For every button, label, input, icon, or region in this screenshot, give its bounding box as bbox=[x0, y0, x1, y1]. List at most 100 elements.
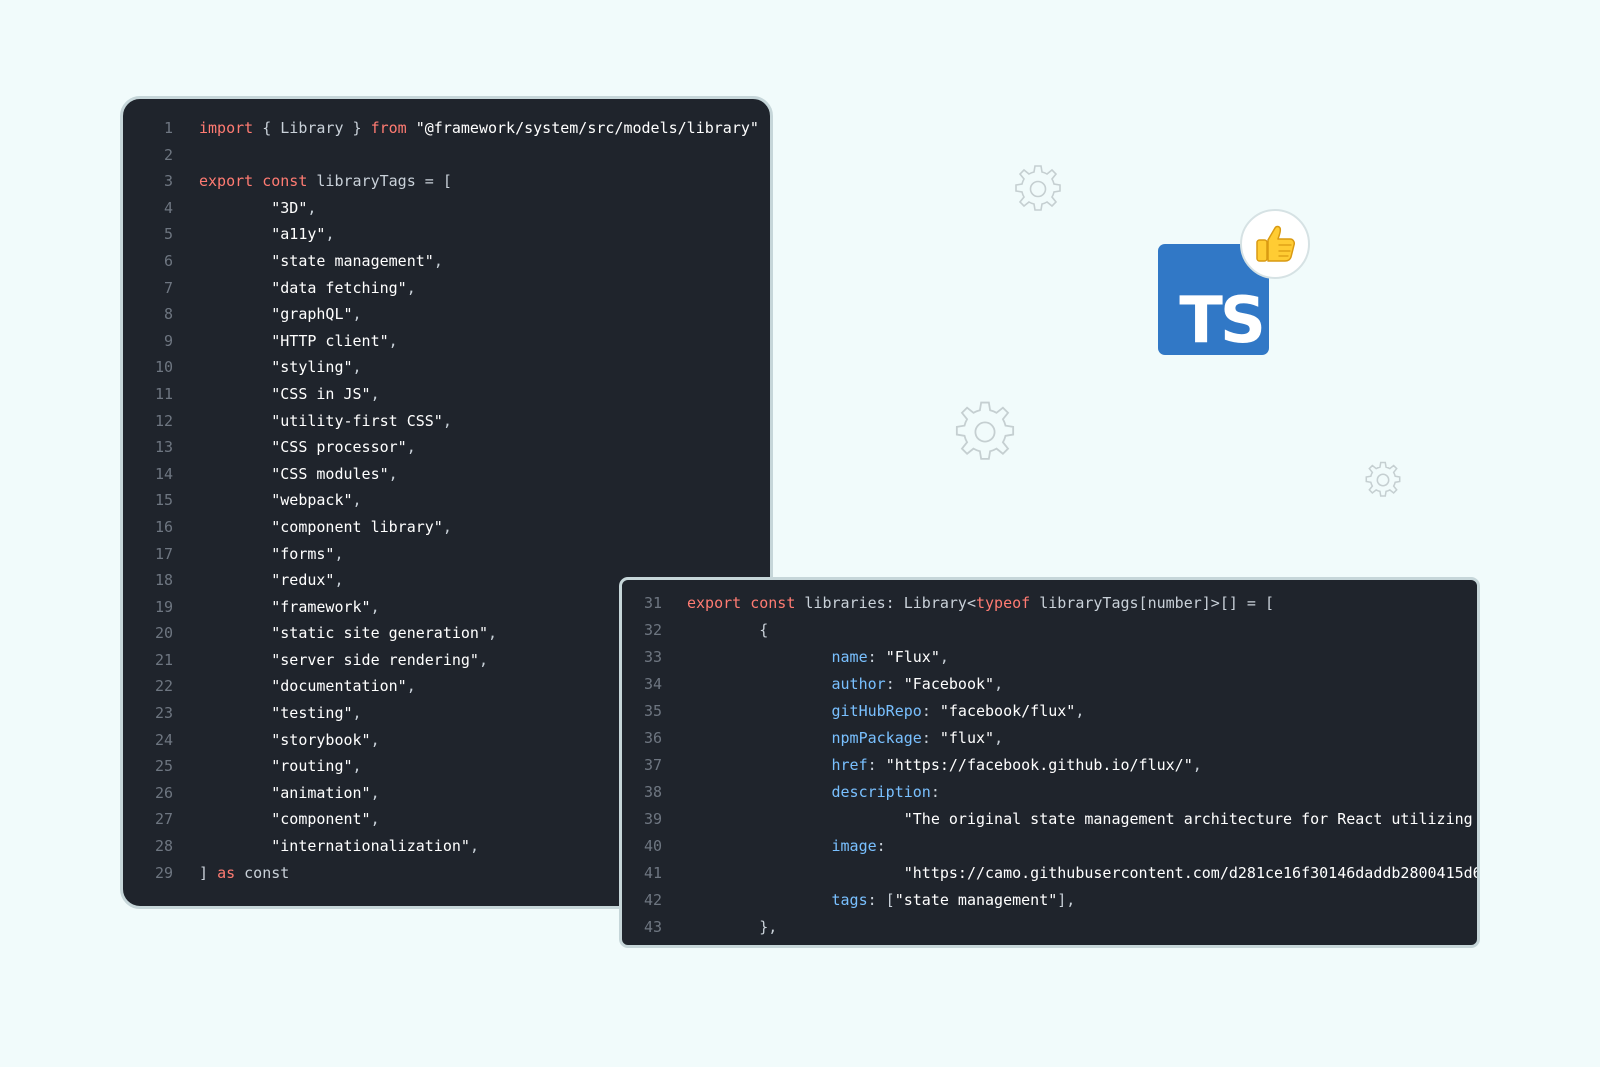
line-number: 21 bbox=[154, 650, 173, 669]
line-number: 40 bbox=[643, 837, 662, 855]
code-token: , bbox=[994, 729, 1004, 747]
code-token: , bbox=[388, 464, 398, 483]
code-token: "animation" bbox=[199, 783, 371, 802]
code-token: , bbox=[370, 597, 380, 616]
code-token: "utility-first CSS" bbox=[199, 411, 443, 430]
code-token: as bbox=[217, 863, 236, 882]
code-token: "CSS modules" bbox=[199, 464, 389, 483]
code-token: author bbox=[687, 675, 886, 693]
code-token: "a11y" bbox=[199, 225, 326, 244]
code-text: "CSS processor", bbox=[199, 434, 770, 461]
code-line: 2 bbox=[123, 142, 770, 169]
code-text: "component library", bbox=[199, 514, 770, 541]
code-line: 12 "utility-first CSS", bbox=[123, 408, 770, 435]
code-token: typeof bbox=[976, 594, 1031, 612]
code-token: "The original state management architect… bbox=[687, 810, 1480, 828]
line-number: 25 bbox=[154, 757, 173, 776]
code-token: : bbox=[885, 675, 904, 693]
line-number: 19 bbox=[154, 597, 173, 616]
code-token: , bbox=[334, 571, 344, 590]
code-line: 32 { bbox=[622, 617, 1477, 644]
code-token: const bbox=[750, 594, 796, 612]
gear-icon bbox=[955, 401, 1015, 460]
code-token: , bbox=[370, 810, 380, 829]
code-token: , bbox=[1192, 756, 1202, 774]
code-text: tags: ["state management"], bbox=[687, 887, 1477, 914]
code-line: 34 author: "Facebook", bbox=[622, 671, 1477, 698]
code-token: , bbox=[442, 411, 452, 430]
code-line: 42 tags: ["state management"], bbox=[622, 887, 1477, 914]
code-token: libraryTags[number]>[] = [ bbox=[1030, 594, 1275, 612]
line-number: 5 bbox=[163, 225, 173, 244]
code-text: "a11y", bbox=[199, 221, 770, 248]
line-number: 27 bbox=[154, 810, 173, 829]
code-token: libraryTags = [ bbox=[307, 172, 452, 191]
code-token: : bbox=[921, 729, 940, 747]
line-number: 33 bbox=[643, 648, 662, 666]
code-token: , bbox=[388, 331, 398, 350]
line-number: 29 bbox=[154, 863, 173, 882]
code-text: export const libraries: Library<typeof l… bbox=[687, 590, 1477, 617]
code-token: , bbox=[352, 491, 362, 510]
code-token: : bbox=[867, 648, 886, 666]
code-token: "component library" bbox=[199, 517, 443, 536]
code-token: , bbox=[442, 517, 452, 536]
code-token: "HTTP client" bbox=[199, 331, 389, 350]
line-number: 20 bbox=[154, 624, 173, 643]
code-token: import bbox=[199, 119, 254, 137]
code-token: , bbox=[939, 648, 949, 666]
line-number: 41 bbox=[643, 864, 662, 882]
code-line: 5 "a11y", bbox=[123, 221, 770, 248]
code-token: , bbox=[478, 650, 488, 669]
code-token: "Facebook" bbox=[903, 675, 995, 693]
code-token: "documentation" bbox=[199, 677, 407, 696]
code-text: "webpack", bbox=[199, 487, 770, 514]
gear-icon bbox=[1015, 165, 1061, 211]
code-token: "data fetching" bbox=[199, 278, 407, 297]
code-token: "https://camo.githubusercontent.com/d281… bbox=[687, 864, 1480, 882]
code-text: npmPackage: "flux", bbox=[687, 725, 1477, 752]
code-line: 6 "state management", bbox=[123, 248, 770, 275]
code-token: , bbox=[352, 757, 362, 776]
line-number: 31 bbox=[643, 594, 662, 612]
code-token: }, bbox=[687, 918, 778, 936]
code-token: description bbox=[687, 783, 931, 801]
code-token: "@framework/system/src/models/library" bbox=[415, 119, 759, 137]
code-token: "forms" bbox=[199, 544, 335, 563]
code-token: "redux" bbox=[199, 571, 335, 590]
code-text: description: bbox=[687, 779, 1477, 806]
code-token: , bbox=[469, 837, 479, 856]
code-token: "CSS in JS" bbox=[199, 384, 371, 403]
code-token: : bbox=[876, 837, 886, 855]
code-token: gitHubRepo bbox=[687, 702, 922, 720]
line-number: 1 bbox=[163, 119, 173, 137]
line-number: 12 bbox=[154, 411, 173, 430]
code-line: 8 "graphQL", bbox=[123, 301, 770, 328]
code-text: { bbox=[687, 617, 1477, 644]
line-number: 13 bbox=[154, 438, 173, 457]
code-token: : bbox=[867, 756, 886, 774]
code-text: gitHubRepo: "facebook/flux", bbox=[687, 698, 1477, 725]
line-number: 38 bbox=[643, 783, 662, 801]
line-number: 9 bbox=[163, 331, 173, 350]
code-token: , bbox=[433, 251, 443, 270]
line-number: 32 bbox=[643, 621, 662, 639]
line-number: 39 bbox=[643, 810, 662, 828]
code-text: "graphQL", bbox=[199, 301, 770, 328]
line-number: 34 bbox=[643, 675, 662, 693]
line-number: 3 bbox=[163, 172, 173, 191]
code-text: "forms", bbox=[199, 541, 770, 568]
line-number: 15 bbox=[154, 491, 173, 510]
gear-icon bbox=[1365, 461, 1401, 497]
line-number: 28 bbox=[154, 837, 173, 856]
code-line: 7 "data fetching", bbox=[123, 275, 770, 302]
line-number: 4 bbox=[163, 198, 173, 217]
code-token: , bbox=[370, 783, 380, 802]
line-number: 24 bbox=[154, 730, 173, 749]
line-number: 17 bbox=[154, 544, 173, 563]
code-token: tags bbox=[687, 891, 868, 909]
code-token: "state management" bbox=[199, 251, 434, 270]
code-text: image: bbox=[687, 833, 1477, 860]
